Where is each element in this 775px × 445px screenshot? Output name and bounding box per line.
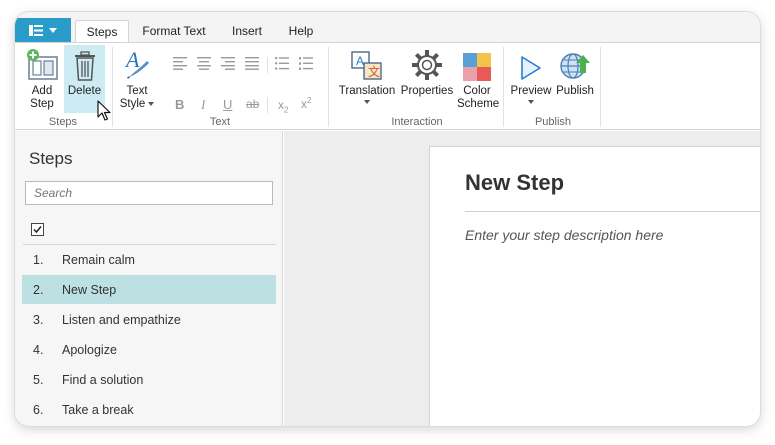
step-editor-card: New Step Enter your step description her… — [429, 146, 760, 426]
step-label: Take a break — [62, 402, 134, 417]
trash-icon — [74, 51, 95, 81]
align-left-icon[interactable] — [173, 57, 187, 70]
group-divider — [600, 47, 601, 127]
add-step-icon — [27, 49, 58, 80]
ribbon: Add Step Delete Steps A Text Style B I U… — [15, 42, 760, 130]
select-all-checkbox[interactable] — [31, 223, 44, 236]
color-scheme-label-line2: Scheme — [457, 98, 500, 110]
title-divider — [465, 211, 760, 212]
step-item-remain-calm[interactable]: 1. Remain calm — [22, 245, 276, 274]
superscript-icon[interactable]: x2 — [301, 96, 311, 111]
chevron-down-icon — [148, 101, 155, 106]
svg-text:A: A — [124, 47, 140, 72]
play-icon — [521, 56, 541, 80]
step-number: 2. — [33, 282, 44, 297]
add-step-label-line1: Add — [31, 85, 53, 97]
text-style-label-line2: Style — [117, 98, 157, 111]
color-scheme-label-line1: Color — [463, 85, 491, 97]
text-style-icon: A — [124, 47, 149, 79]
menu-icon — [29, 24, 43, 36]
format-divider — [267, 97, 268, 113]
text-style-button[interactable]: A Text Style — [117, 45, 157, 111]
italic-icon[interactable]: I — [201, 97, 205, 113]
step-number: 3. — [33, 312, 44, 327]
tab-help[interactable]: Help — [281, 20, 321, 42]
align-right-icon[interactable] — [221, 57, 235, 70]
text-style-label-text: Style — [119, 98, 146, 110]
format-divider — [267, 57, 268, 73]
step-label: Find a solution — [62, 372, 144, 387]
step-item-listen-and-empathize[interactable]: 3. Listen and empathize — [22, 305, 276, 334]
step-item-take-a-break[interactable]: 6. Take a break — [22, 395, 276, 424]
steps-panel-title: Steps — [29, 149, 73, 168]
properties-button[interactable]: Properties — [399, 45, 455, 98]
underline-icon[interactable]: U — [223, 97, 232, 112]
step-item-find-a-solution[interactable]: 5. Find a solution — [22, 365, 276, 394]
translation-icon: A 文 — [351, 51, 382, 80]
chevron-down-icon — [364, 100, 370, 104]
step-number: 5. — [33, 372, 44, 387]
ribbon-tab-bar: Steps Format Text Insert Help — [15, 12, 760, 42]
color-scheme-button[interactable]: Color Scheme — [457, 45, 500, 111]
group-divider — [328, 47, 329, 127]
group-label-text: Text — [209, 116, 231, 128]
publish-label: Publish — [556, 85, 594, 97]
app-window: Steps Format Text Insert Help Add Step D… — [15, 12, 760, 426]
steps-panel: Steps 1. Remain calm 2. New Step 3. List… — [15, 131, 283, 426]
step-number: 6. — [33, 402, 44, 417]
align-center-icon[interactable] — [197, 57, 211, 70]
tab-steps[interactable]: Steps — [75, 20, 129, 42]
step-description-field[interactable]: Enter your step description here — [465, 227, 663, 243]
tab-insert[interactable]: Insert — [223, 20, 271, 42]
tab-format-text[interactable]: Format Text — [135, 20, 213, 42]
strikethrough-icon[interactable]: ab — [246, 97, 259, 111]
step-number: 1. — [33, 252, 44, 267]
properties-label: Properties — [400, 85, 454, 97]
step-item-new-step[interactable]: 2. New Step — [22, 275, 276, 304]
group-label-steps: Steps — [48, 116, 78, 128]
translation-button[interactable]: A 文 Translation — [337, 45, 397, 104]
color-scheme-icon — [463, 53, 491, 81]
gear-icon — [412, 50, 442, 80]
delete-label: Delete — [67, 85, 102, 97]
checkmark-icon — [33, 226, 42, 234]
text-style-label-line1: Text — [126, 85, 148, 97]
step-label: Apologize — [62, 342, 117, 357]
svg-text:文: 文 — [368, 64, 380, 79]
app-menu-button[interactable] — [15, 18, 71, 42]
numbered-list-icon[interactable] — [299, 57, 313, 70]
svg-text:A: A — [356, 54, 364, 68]
chevron-down-icon — [49, 27, 57, 33]
editor-area: New Step Enter your step description her… — [284, 131, 760, 426]
step-label: New Step — [62, 282, 117, 297]
translation-label: Translation — [338, 85, 396, 97]
step-title-field[interactable]: New Step — [465, 170, 564, 196]
group-label-publish: Publish — [534, 116, 572, 128]
step-item-apologize[interactable]: 4. Apologize — [22, 335, 276, 364]
add-step-label-line2: Step — [30, 98, 54, 110]
bold-icon[interactable]: B — [175, 97, 184, 112]
group-label-interaction: Interaction — [391, 116, 443, 128]
chevron-down-icon — [528, 100, 534, 104]
align-justify-icon[interactable] — [245, 57, 259, 70]
preview-label: Preview — [510, 85, 552, 97]
preview-button[interactable]: Preview — [509, 45, 553, 104]
mouse-cursor-icon — [97, 100, 111, 121]
bullet-list-icon[interactable] — [275, 57, 289, 70]
step-label: Remain calm — [62, 252, 135, 267]
step-number: 4. — [33, 342, 44, 357]
publish-button[interactable]: Publish — [553, 45, 597, 98]
add-step-button[interactable]: Add Step — [21, 45, 63, 111]
subscript-icon[interactable]: x2 — [278, 98, 288, 114]
search-input[interactable] — [25, 181, 273, 205]
group-divider — [112, 47, 113, 127]
step-label: Listen and empathize — [62, 312, 181, 327]
publish-globe-icon — [560, 53, 590, 79]
group-divider — [503, 47, 504, 127]
